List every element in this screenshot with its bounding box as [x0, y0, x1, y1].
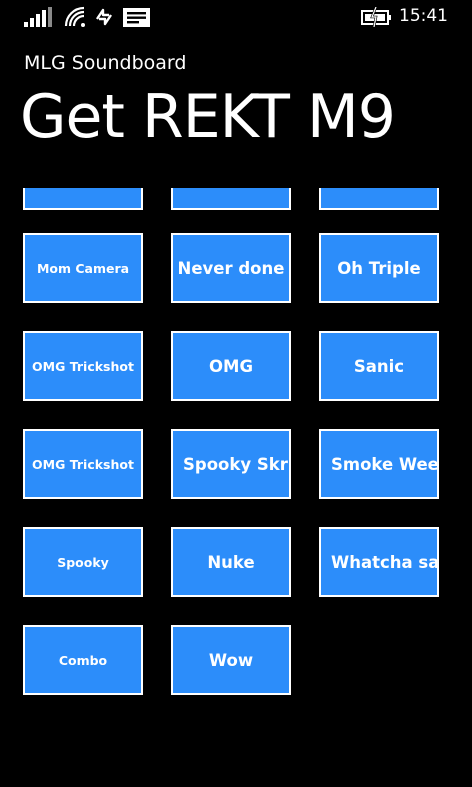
sound-tile-label: OMG Trickshot	[32, 456, 134, 472]
message-icon	[123, 8, 150, 27]
sound-tile[interactable]: Wow	[171, 625, 291, 695]
clock: 15:41	[399, 6, 448, 26]
sound-tile[interactable]: Spooky	[23, 527, 143, 597]
sound-tile[interactable]: Sanic	[319, 331, 439, 401]
sound-tile[interactable]: OMG Trickshot	[23, 429, 143, 499]
signal-strength-icon	[24, 7, 52, 27]
wifi-icon	[64, 6, 85, 27]
sound-tile-label: Whatcha say	[331, 552, 437, 572]
sound-tile[interactable]: Spooky Skril	[171, 429, 291, 499]
sound-tile[interactable]: OMG	[171, 331, 291, 401]
sound-tile-label: Combo	[58, 652, 108, 668]
sound-tile[interactable]	[319, 188, 439, 210]
status-bar: 15:41	[0, 0, 472, 36]
sound-tile-label: OMG Trickshot	[32, 358, 134, 374]
sound-tile-label: Smoke Weed	[331, 454, 437, 474]
sound-tile[interactable]: Whatcha say	[319, 527, 439, 597]
sound-tile[interactable]: Nuke	[171, 527, 291, 597]
sound-tile[interactable]: Never done	[171, 233, 291, 303]
sound-tile-label: Mom Camera	[36, 260, 130, 276]
sound-tile[interactable]	[171, 188, 291, 210]
battery-charging-icon	[361, 7, 391, 27]
sound-grid-viewport[interactable]: Mom Camera Never done Oh Triple OMG Tric…	[0, 188, 472, 787]
page-title: Get REKT M9	[20, 82, 396, 152]
sound-tile-label: OMG	[209, 356, 253, 376]
sound-tile[interactable]: Mom Camera	[23, 233, 143, 303]
sound-tile-label: Spooky Skril	[183, 454, 289, 474]
sound-tile-label: Oh Triple	[337, 258, 421, 278]
sound-tile-label: Nuke	[207, 552, 255, 572]
sound-tile-label: Sanic	[353, 356, 405, 376]
sound-tile[interactable]: Combo	[23, 625, 143, 695]
sound-tile[interactable]: OMG Trickshot	[23, 331, 143, 401]
sound-tile[interactable]: Smoke Weed	[319, 429, 439, 499]
sound-tile-label: Spooky	[57, 554, 109, 570]
sound-tile[interactable]	[23, 188, 143, 210]
sound-tile[interactable]: Oh Triple	[319, 233, 439, 303]
sound-tile-label: Never done	[177, 258, 285, 278]
sound-tile-label: Wow	[208, 650, 254, 670]
app-name: MLG Soundboard	[24, 52, 187, 74]
data-sync-icon	[96, 8, 112, 26]
